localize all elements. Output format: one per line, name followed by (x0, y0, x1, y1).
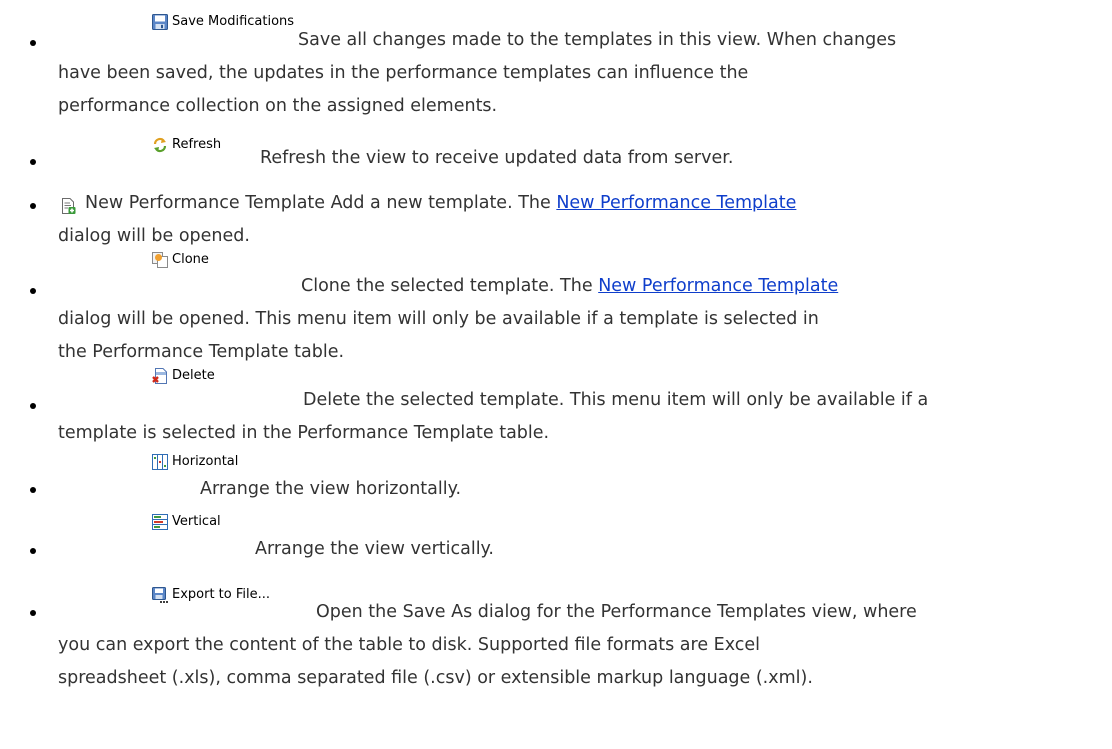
export-to-file-button[interactable]: Export to File... (152, 587, 270, 603)
vertical-label: Vertical (172, 514, 221, 529)
export-desc-3: spreadsheet (.xls), comma separated file… (58, 668, 813, 688)
save-modifications-desc-1: Save all changes made to the templates i… (298, 30, 897, 50)
refresh-icon (153, 137, 167, 153)
new-template-icon (62, 198, 76, 214)
vertical-button[interactable]: Vertical (152, 514, 221, 530)
bullet (30, 40, 36, 46)
export-to-file-label: Export to File... (172, 587, 271, 602)
bullet (30, 610, 36, 616)
new-template-button[interactable] (60, 198, 76, 214)
horizontal-layout-icon (152, 454, 168, 470)
bullet (30, 159, 36, 165)
clone-label: Clone (172, 252, 209, 267)
bullet (30, 203, 36, 209)
new-template-desc-1: New Performance Template Add a new templ… (85, 187, 796, 220)
clone-desc-1: Clone the selected template. The New Per… (301, 270, 838, 303)
save-modifications-desc-2: have been saved, the updates in the perf… (58, 63, 749, 83)
bullet (30, 487, 36, 493)
clone-desc-text: Clone the selected template. The (301, 276, 593, 296)
save-modifications-button[interactable]: Save Modifications (152, 14, 294, 30)
bullet (30, 548, 36, 554)
refresh-button[interactable]: Refresh (152, 137, 221, 153)
clone-desc-2: dialog will be opened. This menu item wi… (58, 309, 819, 329)
delete-icon (152, 368, 167, 384)
bullet (30, 288, 36, 294)
vertical-desc: Arrange the view vertically. (255, 539, 494, 559)
export-desc-1: Open the Save As dialog for the Performa… (316, 602, 917, 622)
refresh-label: Refresh (172, 137, 222, 152)
export-desc-2: you can export the content of the table … (58, 635, 761, 655)
delete-button[interactable]: Delete (152, 368, 215, 384)
new-performance-template-link[interactable]: New Performance Template (556, 193, 796, 213)
new-template-desc-text: New Performance Template Add a new templ… (85, 193, 551, 213)
clone-icon (152, 252, 168, 268)
new-template-desc-2: dialog will be opened. (58, 226, 250, 246)
bullet (30, 403, 36, 409)
delete-label: Delete (172, 368, 215, 383)
save-icon (152, 14, 168, 30)
horizontal-label: Horizontal (172, 454, 239, 469)
delete-desc-1: Delete the selected template. This menu … (303, 390, 929, 410)
clone-new-performance-template-link[interactable]: New Performance Template (598, 276, 838, 296)
refresh-desc: Refresh the view to receive updated data… (260, 148, 734, 168)
clone-desc-3: the Performance Template table. (58, 342, 345, 362)
save-modifications-label: Save Modifications (172, 14, 295, 29)
vertical-layout-icon (152, 514, 168, 530)
horizontal-desc: Arrange the view horizontally. (200, 479, 462, 499)
horizontal-button[interactable]: Horizontal (152, 454, 238, 470)
save-modifications-desc-3: performance collection on the assigned e… (58, 96, 498, 116)
delete-desc-2: template is selected in the Performance … (58, 423, 550, 443)
export-icon (152, 587, 168, 603)
clone-button[interactable]: Clone (152, 252, 209, 268)
